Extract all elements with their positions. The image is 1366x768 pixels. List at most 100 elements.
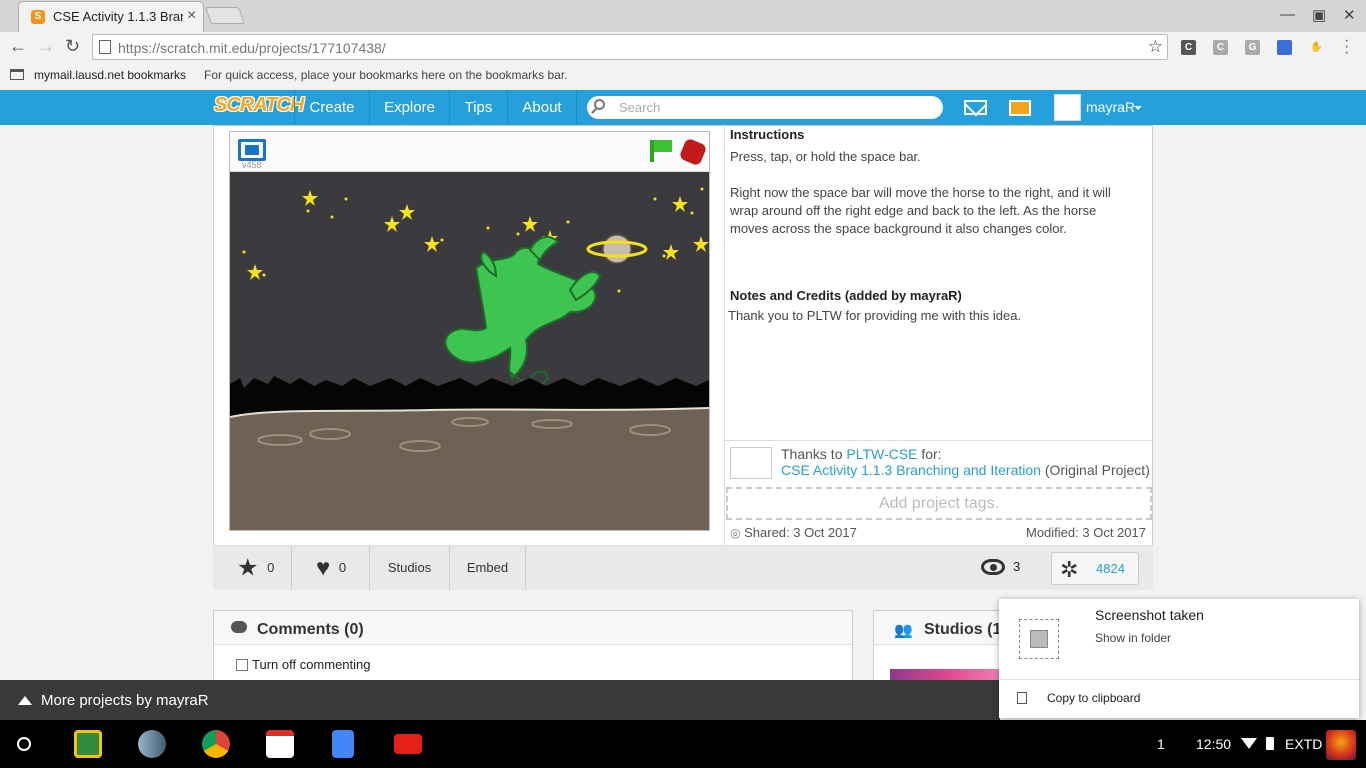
green-flag-cloth[interactable] [654,140,672,152]
tab-title: CSE Activity 1.1.3 Branch [53,9,183,24]
url-path: /projects/177107438/ [254,40,386,56]
turn-off-commenting-label: Turn off commenting [252,657,371,672]
modified-date: Modified: 3 Oct 2017 [1026,525,1146,540]
show-in-folder-link[interactable]: Show in folder [1095,631,1171,645]
address-bar[interactable]: https://scratch.mit.edu/projects/1771074… [92,34,1168,60]
shelf-page-indicator: 1 [1157,736,1165,752]
browser-tab[interactable]: S CSE Activity 1.1.3 Branch × [18,1,204,32]
reload-icon[interactable]: ↻ [65,36,80,57]
nav-create[interactable]: Create [294,90,369,125]
scratch-header: SCRATCH Create Explore Tips About Search… [0,90,1366,125]
original-project-link[interactable]: CSE Activity 1.1.3 Branching and Iterati… [781,462,1041,478]
chrome-menu-icon[interactable]: · · · [1344,33,1349,61]
bookmark-star-icon[interactable]: ☆ [1148,37,1163,57]
my-stuff-icon[interactable] [1009,100,1031,116]
gmail-app-icon[interactable] [266,730,294,758]
extension-icon[interactable]: G [1245,40,1260,55]
screenshot-notification[interactable]: Screenshot taken Show in folder Copy to … [999,599,1359,718]
more-projects-bar[interactable]: More projects by mayraR [0,680,1000,720]
more-projects-label[interactable]: More projects by mayraR [41,692,209,709]
scratch-logo[interactable]: SCRATCH [214,94,304,118]
project-player: v458 [229,131,710,531]
star-icon: ★ [237,554,259,582]
display-mode[interactable]: EXTD [1285,736,1322,752]
embed-button[interactable]: Embed [450,546,526,590]
studios-button[interactable]: Studios [370,546,450,590]
remix-credit: Thanks to PLTW-CSE for: CSE Activity 1.1… [725,440,1152,486]
extension-icon[interactable]: ✋ [1309,40,1324,55]
messages-icon[interactable] [964,100,987,115]
docs-app-icon[interactable] [332,730,354,758]
turn-off-commenting-checkbox[interactable] [236,659,248,671]
favorite-button[interactable]: ★ 0 [213,546,292,590]
player-controls: v458 [230,132,709,172]
page-info-icon[interactable] [99,40,111,54]
browser-tab-strip: S CSE Activity 1.1.3 Branch × — ▣ ✕ [0,0,1366,32]
star-icon [663,244,679,260]
forward-icon[interactable]: → [37,36,55,57]
eye-icon [981,559,1005,575]
search-input[interactable]: Search [587,96,943,119]
status-clock[interactable]: 12:50 [1196,736,1231,752]
expand-up-icon[interactable] [18,696,32,705]
notes-text: Thank you to PLTW for providing me with … [728,308,1022,323]
instructions-title: Instructions [730,127,805,142]
chrome-app-icon[interactable] [202,730,230,758]
search-icon [594,99,605,110]
remix-count: 4824 [1096,561,1125,576]
stars [242,187,709,293]
nav-tips[interactable]: Tips [449,90,507,125]
url-text: https://scratch.mit.edu/projects/1771074… [118,40,386,56]
extension-icon[interactable]: C [1181,40,1196,55]
window-close-icon[interactable]: ✕ [1343,6,1356,24]
original-project-thumbnail[interactable] [730,447,772,479]
security-app-icon[interactable] [138,730,166,758]
player-version: v458 [242,160,262,170]
nav-explore[interactable]: Explore [369,90,449,125]
project-actions: ★ 0 ♥ 0 Studios Embed 3 ✲ 4824 [213,545,1153,590]
comment-bubble-icon [231,621,247,633]
stop-sign-icon[interactable] [678,137,708,167]
screenshot-icon [1019,619,1059,659]
stage[interactable] [230,172,709,530]
shared-date-text: Shared: 3 Oct 2017 [744,525,857,540]
heart-icon: ♥ [316,554,331,582]
turn-off-commenting[interactable]: Turn off commenting [236,657,371,672]
new-tab-button[interactable] [204,7,246,24]
search-placeholder: Search [619,100,661,115]
star-icon [399,204,415,220]
remix-tree-button[interactable]: ✲ 4824 [1051,552,1139,585]
username[interactable]: mayraR [1086,99,1135,115]
screenshot-preview [1030,630,1048,648]
original-project-suffix: (Original Project) [1044,462,1150,478]
extension-icon[interactable]: C [1213,40,1228,55]
fullscreen-icon[interactable] [238,139,266,161]
original-author-link[interactable]: PLTW-CSE [846,446,917,462]
avatar[interactable] [1054,94,1081,121]
youtube-app-icon[interactable] [394,734,422,754]
restore-icon[interactable]: ▣ [1312,6,1326,24]
studios-title: Studios (1 [924,621,1002,638]
copy-to-clipboard-button[interactable]: Copy to clipboard [1047,691,1140,705]
star-icon [424,236,440,252]
wifi-icon[interactable] [1241,738,1257,749]
instructions-line: Press, tap, or hold the space bar. [730,149,921,164]
notification-title: Screenshot taken [1095,607,1204,623]
back-icon[interactable]: ← [9,36,27,57]
bookmarks-bar: mymail.lausd.net bookmarks For quick acc… [0,62,1366,90]
nav-about[interactable]: About [507,90,577,125]
tab-close-icon[interactable]: × [187,7,196,25]
star-icon [247,264,263,280]
launcher-icon[interactable] [17,737,31,751]
minimize-icon[interactable]: — [1280,6,1295,23]
classroom-app-icon[interactable] [74,730,102,758]
user-avatar[interactable] [1326,730,1356,760]
bookmark-folder[interactable]: mymail.lausd.net bookmarks [34,68,186,82]
love-button[interactable]: ♥ 0 [292,546,370,590]
thanks-for: for: [921,446,942,462]
chromeos-shelf: 1 12:50 EXTD [0,720,1366,768]
extension-icon[interactable] [1277,40,1292,55]
battery-icon[interactable] [1266,737,1274,750]
project-tags-input[interactable]: Add project tags. [726,487,1152,520]
chevron-down-icon[interactable] [1134,106,1142,110]
